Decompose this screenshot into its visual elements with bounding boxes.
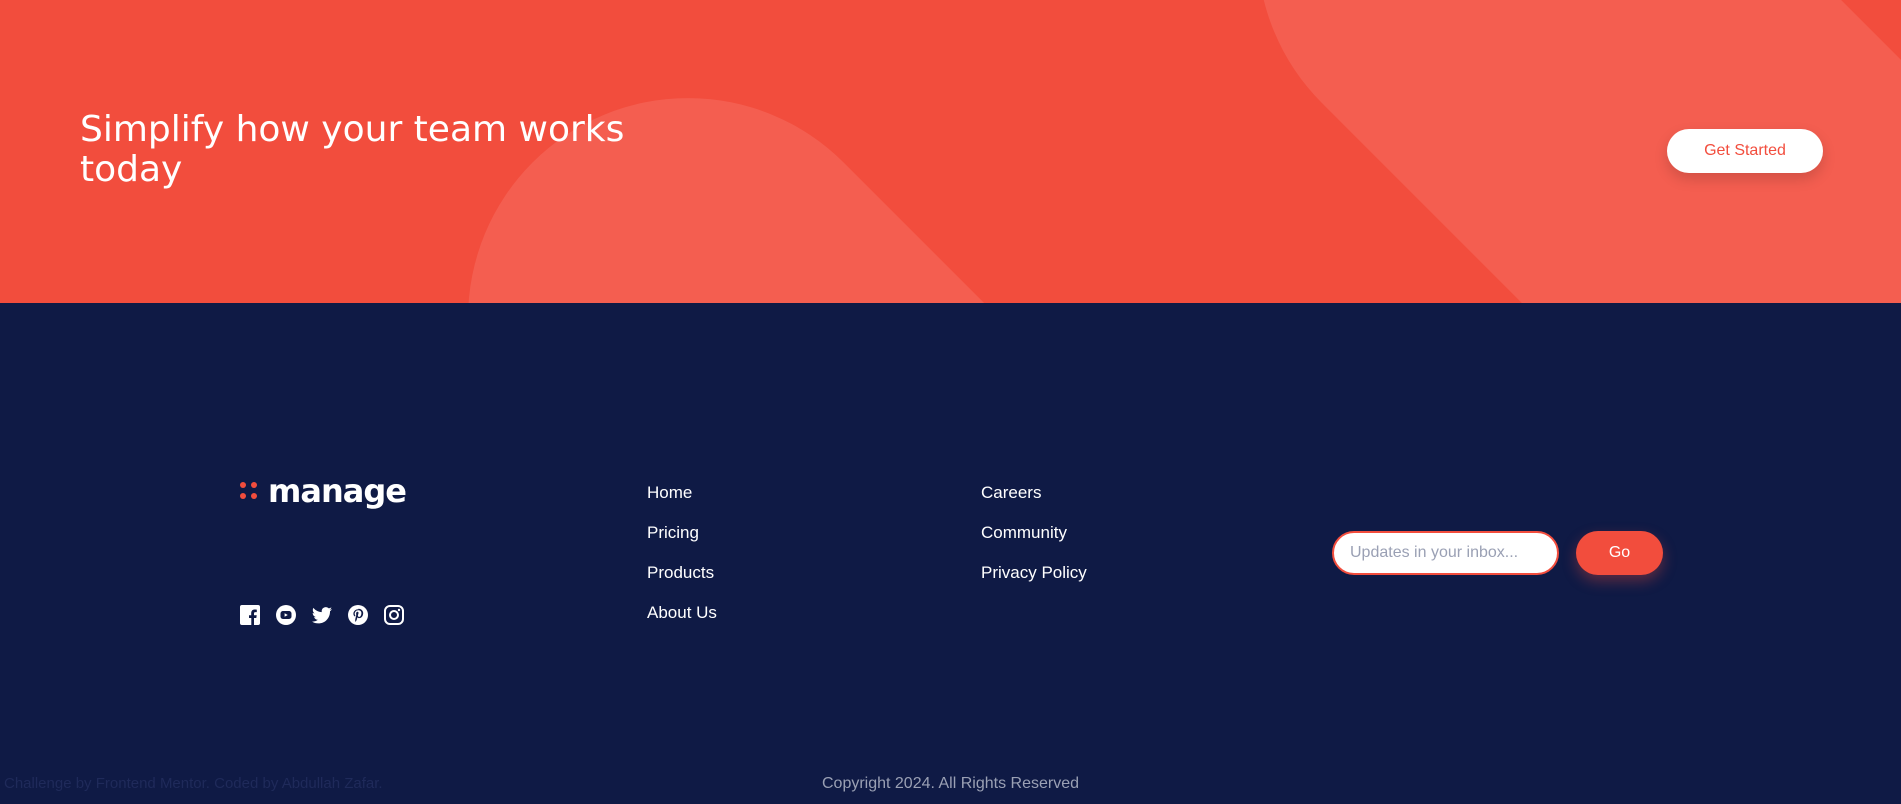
youtube-icon[interactable] [276, 605, 296, 625]
footer-link-pricing[interactable]: Pricing [647, 523, 699, 542]
footer-nav-primary: Home Pricing Products About Us [647, 483, 717, 643]
logo-wordmark: manage [268, 472, 407, 510]
footer-link-community[interactable]: Community [981, 523, 1067, 542]
footer-link-about-us[interactable]: About Us [647, 603, 717, 622]
instagram-icon[interactable] [384, 605, 404, 625]
cta-banner: Simplify how your team works today Get S… [0, 0, 1901, 303]
twitter-icon[interactable] [312, 605, 332, 625]
copyright-text: Copyright 2024. All Rights Reserved [821, 775, 1080, 792]
site-footer: manage Home Pricing Products About Us Ca… [0, 303, 1901, 804]
pinterest-icon[interactable] [348, 605, 368, 625]
social-links [240, 605, 404, 625]
logo[interactable]: manage [240, 472, 407, 510]
manage-logo-dots-icon [240, 482, 258, 500]
newsletter-email-input[interactable] [1332, 531, 1559, 575]
footer-nav-secondary: Careers Community Privacy Policy [981, 483, 1087, 603]
footer-link-careers[interactable]: Careers [981, 483, 1041, 502]
get-started-button[interactable]: Get Started [1667, 129, 1823, 173]
cta-heading: Simplify how your team works today [80, 109, 625, 190]
footer-link-home[interactable]: Home [647, 483, 692, 502]
facebook-icon[interactable] [240, 605, 260, 625]
footer-link-privacy-policy[interactable]: Privacy Policy [981, 563, 1087, 582]
footer-link-products[interactable]: Products [647, 563, 714, 582]
newsletter-go-button[interactable]: Go [1576, 531, 1663, 575]
newsletter-form: Go [1332, 531, 1663, 575]
